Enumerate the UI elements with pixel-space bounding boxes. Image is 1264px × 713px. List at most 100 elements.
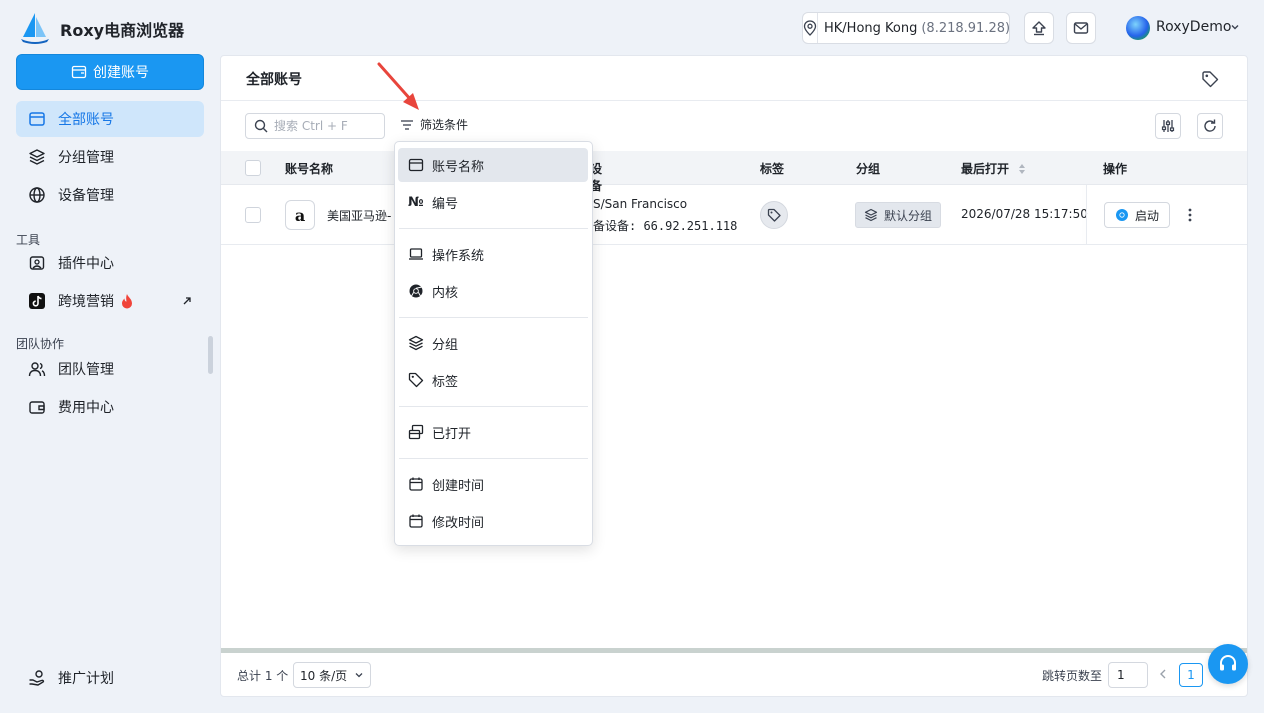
row-divider [221,244,1247,245]
sidebar-item-groups[interactable]: 分组管理 [16,139,204,175]
tag-icon [408,372,424,388]
wallet-icon [28,398,46,416]
laptop-icon [408,246,424,262]
filter-option-modified-time[interactable]: 修改时间 [398,504,588,538]
sidebar-item-label: 全部账号 [58,112,114,128]
menu-divider [399,406,588,407]
horizontal-scrollbar[interactable] [221,648,1247,653]
sidebar-item-label: 推广计划 [58,671,114,687]
filter-button[interactable]: 筛选条件 [400,116,468,133]
filter-option-label: 操作系统 [432,248,485,264]
filter-option-label: 账号名称 [432,159,485,175]
filter-option-account-name[interactable]: 账号名称 [398,148,588,182]
select-all-checkbox[interactable] [245,160,261,176]
sort-icon[interactable] [1018,163,1026,175]
table-header [221,151,1247,185]
search-input[interactable] [274,119,374,133]
chevron-down-icon[interactable] [1229,21,1241,33]
sidebar-item-label: 设备管理 [58,188,114,204]
refresh-button[interactable] [1197,113,1223,139]
layers-icon [408,335,424,351]
filter-label: 筛选条件 [420,118,469,132]
filter-option-label: 内核 [432,285,459,301]
filter-option-label: 已打开 [432,426,472,442]
sidebar-item-plugins[interactable]: 插件中心 [16,245,204,281]
column-header-last-open[interactable]: 最后打开 [961,160,1009,177]
layers-icon [864,208,878,222]
add-tag-button[interactable] [760,201,788,229]
sidebar-item-promotion[interactable]: 推广计划 [16,660,204,696]
page-size-select[interactable]: 10 条/页 [293,662,371,688]
group-badge: 默认分组 [855,202,942,228]
start-button-label: 启动 [1134,208,1159,223]
column-header-ops: 操作 [1103,162,1128,176]
app-title: Roxy电商浏览器 [60,21,185,40]
messages-button[interactable] [1066,12,1096,44]
filter-option-number[interactable]: № 编号 [398,185,588,219]
filter-option-opened[interactable]: 已打开 [398,415,588,449]
account-name[interactable]: 美国亚马逊- [327,207,393,224]
tag-icon[interactable] [1201,70,1219,88]
sidebar-item-all-accounts[interactable]: 全部账号 [16,101,204,137]
sidebar-item-marketing[interactable]: 跨境营销 [16,283,204,319]
sidebar-item-devices[interactable]: 设备管理 [16,177,204,213]
page-number-current[interactable]: 1 [1179,663,1203,687]
filter-option-label: 修改时间 [432,515,485,531]
column-header-tags[interactable]: 标签 [760,160,784,177]
plugin-icon [28,254,46,272]
calendar-icon [408,476,424,492]
start-button[interactable]: 启动 [1104,202,1170,228]
chevron-down-icon [355,673,363,678]
menu-divider [399,317,588,318]
jump-label: 跳转页数至 [1042,669,1103,683]
window-icon [28,110,46,128]
window-icon [408,157,424,173]
user-name[interactable]: RoxyDemo [1156,19,1231,35]
column-header-name[interactable]: 账号名称 [285,160,333,177]
search-icon [254,119,268,133]
create-account-button[interactable]: 创建账号 [16,54,204,90]
filter-option-label: 分组 [432,337,459,353]
sidebar-item-label: 团队管理 [58,362,114,378]
search-field[interactable] [245,113,385,139]
menu-divider [399,458,588,459]
sidebar-item-label: 费用中心 [58,400,114,416]
tag-icon [767,208,781,222]
column-settings-button[interactable] [1155,113,1181,139]
jump-page-input[interactable]: 1 [1108,662,1148,688]
group-badge-label: 默认分组 [884,208,933,223]
customer-support-button[interactable] [1208,644,1248,684]
users-icon [28,360,46,378]
sidebar-item-billing[interactable]: 费用中心 [16,389,204,425]
mail-icon [1073,22,1089,34]
sidebar-item-team[interactable]: 团队管理 [16,351,204,387]
filter-option-kernel[interactable]: 内核 [398,274,588,308]
row-checkbox[interactable] [245,207,261,223]
prev-page-icon[interactable] [1158,668,1168,680]
total-count: 总计 1 个 [237,669,289,683]
amazon-icon: a [285,200,315,230]
menu-divider [399,228,588,229]
annotation-arrow-icon [375,60,425,112]
sidebar-item-label: 分组管理 [58,150,114,166]
chrome-icon [1115,209,1128,221]
globe-icon [28,186,46,204]
layers-icon [28,148,46,166]
handshake-icon [28,669,46,687]
calendar-icon [408,513,424,529]
column-header-group[interactable]: 分组 [856,160,880,177]
filter-option-tag[interactable]: 标签 [398,363,588,397]
sidebar-scrollbar[interactable] [208,336,213,374]
device-location: S/San Francisco [593,197,688,211]
more-options-icon[interactable] [1186,207,1194,223]
filter-option-group[interactable]: 分组 [398,326,588,360]
refresh-icon [1204,119,1216,132]
upload-button[interactable] [1024,12,1054,44]
filter-option-created-time[interactable]: 创建时间 [398,467,588,501]
proxy-location-box[interactable]: HK/Hong Kong (8.218.91.28) [802,12,1010,44]
external-link-icon [182,296,192,306]
column-header-device[interactable]: 设备 [590,160,612,194]
filter-option-os[interactable]: 操作系统 [398,237,588,271]
user-avatar[interactable] [1126,16,1150,40]
last-open-time: 2026/07/28 15:17:50 [961,207,1088,221]
